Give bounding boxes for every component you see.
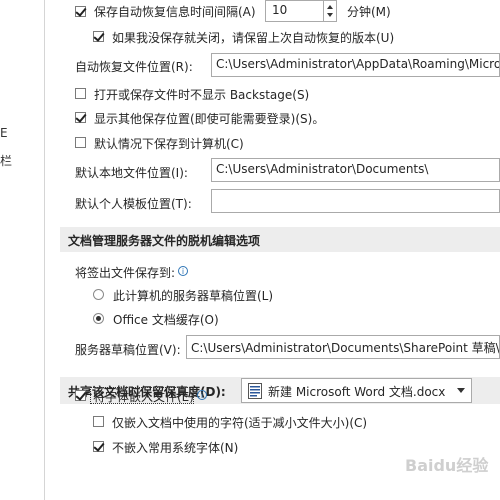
watermark: Baidu经验 [405,456,489,475]
keep-last-version-label: 如果我没保存就关闭，请保留上次自动恢复的版本(U) [112,31,395,45]
embed-fonts-label: 将字体嵌入文件(E) [93,390,194,404]
word-document-icon [248,383,262,399]
show-other-locations-label: 显示其他保存位置(即使可能需要登录)(S)。 [94,112,325,126]
template-location-label: 默认个人模板位置(T): [75,197,192,211]
interval-unit-label: 分钟(M) [347,5,391,19]
autorecover-location-label: 自动恢复文件位置(R): [75,60,193,74]
keep-last-version-checkbox[interactable] [93,31,104,42]
radio-server-drafts[interactable] [93,289,104,300]
drafts-location-field[interactable]: C:\Users\Administrator\Documents\SharePo… [186,335,500,359]
save-options-panel: 保存自动恢复信息时间间隔(A) 10 分钟(M) 如果我没保存就关闭，请保留上次… [45,0,500,500]
drafts-location-label: 服务器草稿位置(V): [75,343,181,357]
no-common-fonts-label: 不嵌入常用系统字体(N) [112,441,239,455]
embed-fonts-checkbox[interactable] [75,390,86,401]
sidebar-item-fragment[interactable]: E [0,126,8,140]
spin-buttons[interactable] [323,1,336,21]
show-other-locations-checkbox[interactable] [75,112,86,123]
save-checkout-label: 将签出文件保存到: [75,266,176,280]
template-location-field[interactable] [211,189,500,213]
radio-office-cache-label: Office 文档缓存(O) [113,313,219,327]
info-icon[interactable]: i [178,266,188,276]
info-icon[interactable]: i [197,390,207,400]
no-backstage-checkbox[interactable] [75,88,86,99]
autorecover-location-field[interactable]: C:\Users\Administrator\AppData\Roaming\M… [211,53,500,77]
document-name: 新建 Microsoft Word 文档.docx [268,385,446,399]
options-sidebar: E 栏 [0,0,45,500]
document-selector-dropdown[interactable]: 新建 Microsoft Word 文档.docx [241,378,472,403]
interval-value: 10 [272,3,288,17]
autorecover-interval-label: 保存自动恢复信息时间间隔(A) [94,5,256,19]
save-to-computer-checkbox[interactable] [75,137,86,148]
no-common-fonts-checkbox[interactable] [93,441,104,452]
default-local-location-field[interactable]: C:\Users\Administrator\Documents\ [211,158,500,182]
embed-used-chars-label: 仅嵌入文档中使用的字符(适于减小文件大小)(C) [112,416,368,430]
sidebar-item-fragment[interactable]: 栏 [0,152,12,169]
autorecover-checkbox[interactable] [75,6,86,17]
radio-office-cache[interactable] [93,313,104,324]
autorecover-interval-stepper[interactable]: 10 [265,0,337,22]
chevron-down-icon[interactable] [457,388,465,393]
radio-server-drafts-label: 此计算机的服务器草稿位置(L) [113,289,274,303]
no-backstage-label: 打开或保存文件时不显示 Backstage(S) [94,88,310,102]
server-offline-section-header: 文档管理服务器文件的脱机编辑选项 [60,227,500,252]
default-local-location-label: 默认本地文件位置(I): [75,166,188,180]
save-to-computer-label: 默认情况下保存到计算机(C) [94,137,244,151]
embed-used-chars-checkbox[interactable] [93,416,104,427]
spin-arrows-icon[interactable] [324,1,336,21]
